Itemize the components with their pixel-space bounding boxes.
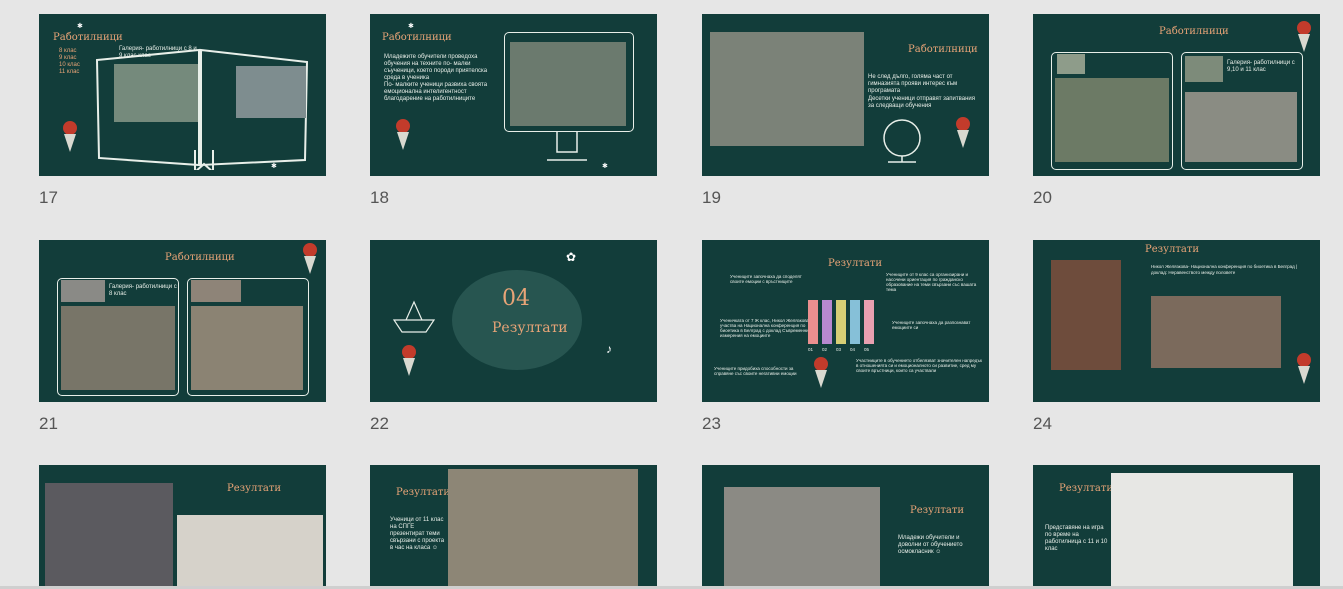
- torch-icon: [956, 117, 970, 148]
- slide-20-canvas[interactable]: Работилници Галерия- работилници с 9,10 …: [1033, 14, 1320, 176]
- workshop-photo: [1185, 56, 1223, 82]
- classroom-photo: [177, 515, 323, 586]
- classroom-photo: [45, 483, 173, 586]
- chart-bar: [864, 300, 874, 344]
- section-number: 04: [502, 286, 530, 311]
- chart-label: 02: [822, 347, 828, 352]
- bullet: 10 клас: [59, 62, 80, 68]
- torch-icon: [1297, 21, 1311, 52]
- slide-title: Резултати: [396, 487, 451, 498]
- slide-number: 21: [39, 414, 58, 433]
- flower-icon: ✿: [566, 250, 577, 264]
- chart-bar: [836, 300, 846, 344]
- workshop-photo: [1055, 78, 1169, 162]
- slide-24-canvas[interactable]: Резултати Никол Желязкова- Национална ко…: [1033, 240, 1320, 402]
- slide-27-canvas[interactable]: Резултати Младежи обучители и доволни от…: [702, 465, 989, 586]
- slide-25-canvas[interactable]: Резултати: [39, 465, 326, 586]
- star-icon: ✱: [602, 163, 608, 170]
- whiteboard-photo: [1111, 473, 1293, 586]
- slide-number: 24: [1033, 414, 1052, 433]
- conference-photo: [1151, 296, 1281, 368]
- music-note-icon: ♪: [606, 342, 612, 356]
- slide-title: Резултати: [1145, 244, 1200, 255]
- torch-icon: [1297, 353, 1311, 384]
- torch-icon: [814, 357, 828, 388]
- result-note: Учениците придобиха способности за справ…: [714, 366, 797, 376]
- slide-title: Работилници: [382, 32, 452, 43]
- workshop-photo: [510, 42, 626, 126]
- slide-18-canvas[interactable]: Работилници Младежите обучители проведох…: [370, 14, 657, 176]
- chart-label: 01: [808, 347, 814, 352]
- monitor-stand-icon: [547, 132, 587, 161]
- star-icon: ✱: [408, 23, 414, 30]
- result-note: Участниците в обучението отбелязват знач…: [856, 358, 982, 373]
- conference-photo: [1051, 260, 1121, 370]
- chart-label: 04: [850, 347, 856, 352]
- chart-label: 05: [864, 347, 870, 352]
- result-note: Учениците започнаха да разпознават емоци…: [892, 320, 971, 330]
- slide-number: 19: [702, 188, 721, 207]
- slide-21-canvas[interactable]: Работилници Галерия- работилници с 8 кла…: [39, 240, 326, 402]
- chart-label: 03: [836, 347, 842, 352]
- slide-caption: Ученици от 11 клас на СПГЕ презентират т…: [390, 517, 445, 551]
- slide-title: Резултати: [1059, 483, 1114, 494]
- torch-icon: [396, 119, 410, 150]
- workshop-photo: [1185, 92, 1297, 162]
- result-note: Учениците от 9 клас са организирани и на…: [886, 272, 977, 292]
- slide-title: Работилници: [908, 44, 978, 55]
- slide-number: 20: [1033, 188, 1052, 207]
- slide-number: 23: [702, 414, 721, 433]
- workshop-photo: [191, 280, 241, 302]
- slide-17-canvas[interactable]: Работилници 8 клас 9 клас 10 клас 11 кла…: [39, 14, 326, 176]
- chart-bar: [808, 300, 818, 344]
- slide-number: 18: [370, 188, 389, 207]
- slide-title: Работилници: [165, 252, 235, 263]
- bullet: По- малките ученици развиха своята емоци…: [384, 82, 488, 102]
- slide-28-canvas[interactable]: Резултати Представяне на игра по време н…: [1033, 465, 1320, 586]
- workshop-photo: [114, 64, 198, 122]
- chart-bar: [850, 300, 860, 344]
- bullet: 8 клас: [59, 48, 77, 54]
- slide-title: Работилници: [1159, 26, 1229, 37]
- bullet: 9 клас: [59, 55, 77, 61]
- slide-number: 22: [370, 414, 389, 433]
- gallery-caption: Галерия- работилници с 8 и 9 клас клас: [119, 46, 197, 59]
- result-note: Ученичката от 7 Ж клас, Никол Желязкова,…: [720, 318, 811, 338]
- section-title: Резултати: [492, 320, 568, 336]
- slide-title: Резултати: [828, 258, 883, 269]
- globe-icon: [883, 119, 921, 163]
- classroom-photo: [448, 469, 638, 586]
- slide-title: Резултати: [227, 483, 282, 494]
- torch-icon: [63, 121, 77, 152]
- workshop-photo: [61, 306, 175, 390]
- slide-number: 17: [39, 188, 58, 207]
- slide-26-canvas[interactable]: Резултати Ученици от 11 клас на СПГЕ пре…: [370, 465, 657, 586]
- workshop-photo: [710, 32, 864, 146]
- slide-title: Резултати: [910, 505, 965, 516]
- result-note: Учениците започнаха да споделят своите е…: [730, 274, 802, 284]
- workshop-photo: [1057, 54, 1085, 74]
- torch-icon: [303, 243, 317, 274]
- bullet: Десетки ученици отправят запитвания за с…: [868, 96, 975, 109]
- bullet: Младежите обучители проведоха обучения н…: [384, 54, 488, 81]
- slide-caption: Младежи обучители и доволни от обучениет…: [898, 535, 963, 555]
- paper-boat-icon: [392, 300, 436, 333]
- slide-caption: Представяне на игра по време на работилн…: [1045, 525, 1108, 552]
- chart-bar: [822, 300, 832, 344]
- bullet: 11 клас: [59, 69, 80, 75]
- bullet: Не след дълго, голяма част от гимназията…: [868, 74, 958, 94]
- slide-22-canvas[interactable]: 04 Резултати ✿ ♪: [370, 240, 657, 402]
- torch-icon: [402, 345, 416, 376]
- workshop-photo: [61, 280, 105, 302]
- group-photo: [724, 487, 880, 586]
- star-icon: ✱: [77, 23, 83, 30]
- star-icon: ✱: [271, 163, 277, 170]
- workshop-photo: [236, 66, 306, 118]
- conference-caption: Никол Желязкова- Национална конференция …: [1151, 264, 1298, 275]
- slide-23-canvas[interactable]: Резултати Учениците започнаха да споделя…: [702, 240, 989, 402]
- gallery-caption: Галерия- работилници с 9,10 и 11 клас: [1227, 60, 1295, 73]
- gallery-caption: Галерия- работилници с 8 клас: [109, 284, 177, 297]
- workshop-photo: [191, 306, 303, 390]
- slide-19-canvas[interactable]: Работилници Не след дълго, голяма част о…: [702, 14, 989, 176]
